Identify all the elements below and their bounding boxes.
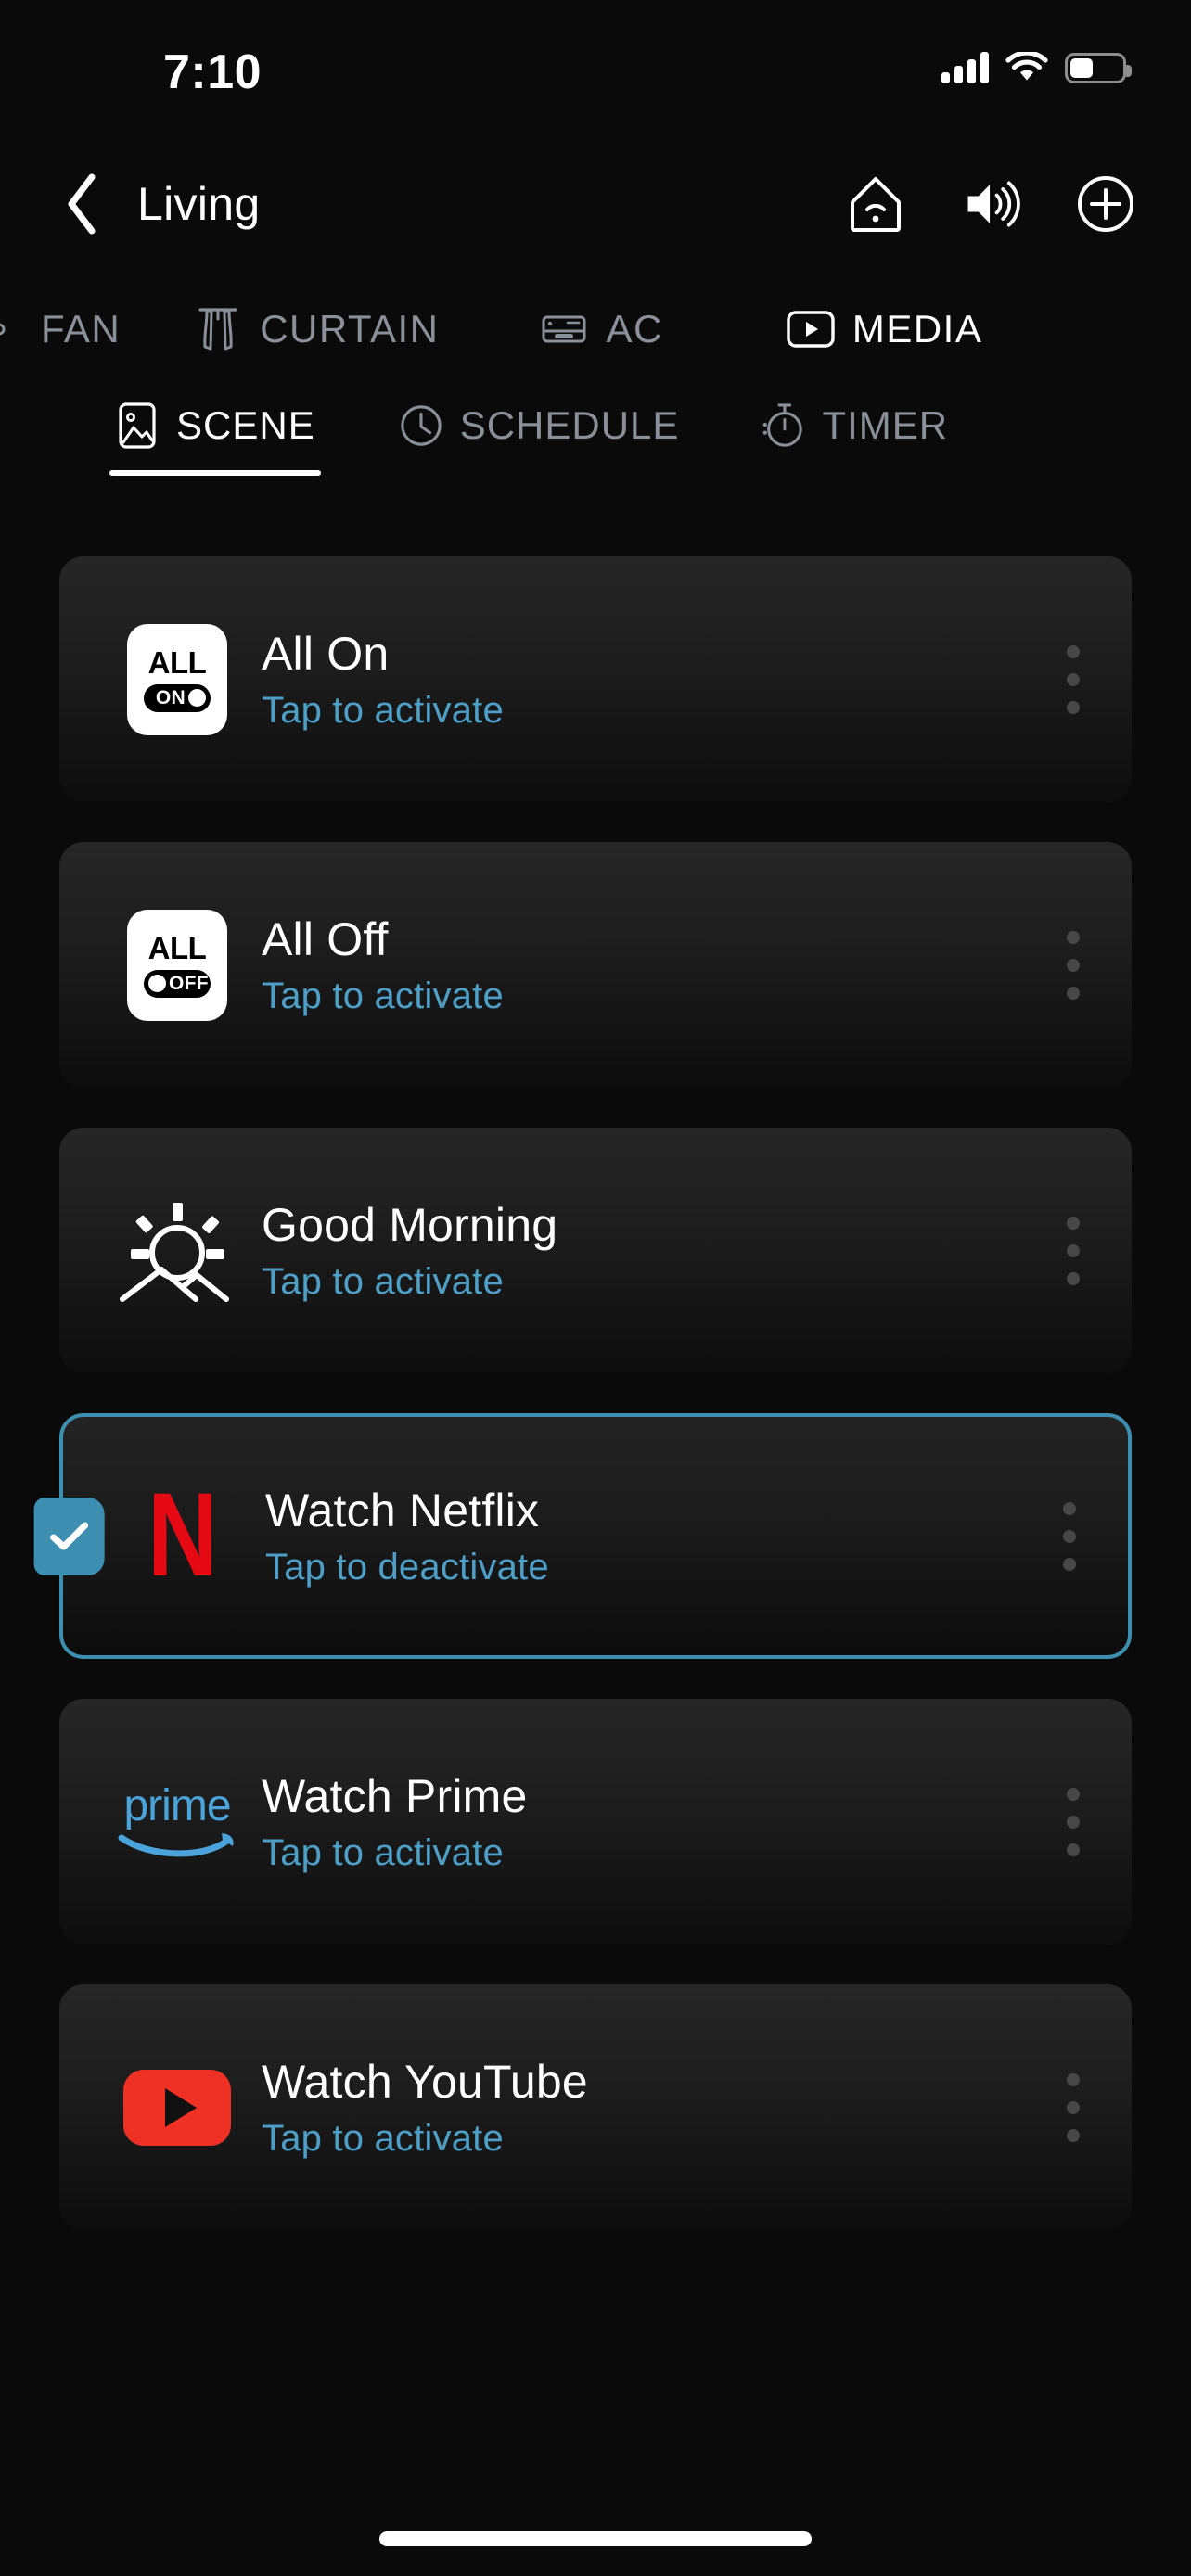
toggle-on-graphic: ON xyxy=(144,683,211,712)
prime-logo-word: prime xyxy=(123,1780,231,1830)
battery-icon xyxy=(1065,52,1132,83)
tab-label-timer: TIMER xyxy=(822,403,949,447)
scene-card-good-morning[interactable]: Good Morning Tap to activate xyxy=(59,1128,1132,1373)
all-on-icon-label: ALL xyxy=(147,644,207,680)
curtain-icon xyxy=(191,307,245,351)
scene-card-watch-netflix[interactable]: N Watch Netflix Tap to deactivate xyxy=(33,1413,1132,1659)
toggle-state-label: OFF xyxy=(169,972,209,994)
status-bar-time: 7:10 xyxy=(163,45,263,99)
scene-card-all-off[interactable]: ALL OFF All Off Tap to activate xyxy=(59,842,1132,1088)
scene-card-watch-prime[interactable]: prime Watch Prime Tap to activate xyxy=(59,1699,1132,1945)
more-vertical-icon[interactable] xyxy=(1067,644,1080,714)
scene-title: All On xyxy=(262,628,390,680)
scene-subtitle: Tap to activate xyxy=(262,1261,504,1302)
netflix-icon: N xyxy=(111,1467,250,1606)
scene-card-all-on[interactable]: ALL ON All On Tap to activate xyxy=(59,556,1132,802)
category-label-fan: FAN xyxy=(41,307,122,351)
cellular-signal-icon xyxy=(941,52,989,83)
category-tabs[interactable]: FAN CURTAIN AC MEDIA xyxy=(0,287,1191,371)
plus-circle-icon xyxy=(1078,176,1133,232)
tab-underline-inactive xyxy=(393,470,685,476)
clock-icon xyxy=(399,403,443,448)
all-off-icon-label: ALL xyxy=(147,930,207,965)
chevron-left-icon xyxy=(68,173,96,235)
more-vertical-icon[interactable] xyxy=(1063,1501,1076,1571)
wifi-icon xyxy=(1005,52,1048,81)
home-indicator[interactable] xyxy=(379,2531,812,2546)
category-label-curtain: CURTAIN xyxy=(260,307,440,351)
category-label-media: MEDIA xyxy=(852,307,983,351)
volume-button[interactable] xyxy=(961,174,1020,234)
check-icon xyxy=(50,1522,89,1549)
tab-label-schedule: SCHEDULE xyxy=(459,403,680,447)
header-actions xyxy=(846,174,1135,234)
scene-title: Watch YouTube xyxy=(262,2056,588,2108)
scene-list: ALL ON All On Tap to activate ALL OFF Al… xyxy=(0,556,1191,2270)
air-conditioner-icon xyxy=(537,307,591,351)
category-label-ac: AC xyxy=(606,307,663,351)
scene-card-watch-youtube[interactable]: Watch YouTube Tap to activate xyxy=(59,1984,1132,2230)
scene-title: Good Morning xyxy=(262,1199,558,1251)
add-button[interactable] xyxy=(1076,174,1135,234)
category-tab-ac[interactable]: AC xyxy=(537,307,662,351)
sub-tabs[interactable]: SCENE SCHEDULE TIMER xyxy=(0,402,1191,515)
category-tab-media[interactable]: MEDIA xyxy=(784,307,983,351)
tab-scene[interactable]: SCENE xyxy=(109,402,321,476)
youtube-icon xyxy=(108,2038,247,2177)
toggle-state-label: ON xyxy=(155,686,186,708)
status-bar-indicators xyxy=(941,52,1132,83)
category-tab-fan[interactable]: FAN xyxy=(0,307,121,351)
more-vertical-icon[interactable] xyxy=(1067,1216,1080,1285)
scene-selected-check-badge xyxy=(33,1497,105,1575)
fan-icon xyxy=(0,307,26,351)
media-play-icon xyxy=(784,307,838,351)
home-wifi-icon xyxy=(851,177,901,232)
scene-subtitle: Tap to activate xyxy=(262,2118,504,2159)
app-header: Living xyxy=(0,153,1191,255)
tab-active-underline xyxy=(109,470,321,476)
prime-video-icon: prime xyxy=(108,1753,247,1892)
page-title: Living xyxy=(137,178,261,230)
all-off-icon: ALL OFF xyxy=(108,896,247,1035)
scene-subtitle: Tap to activate xyxy=(262,690,504,731)
home-wifi-button[interactable] xyxy=(846,174,905,234)
stopwatch-icon xyxy=(761,403,805,448)
scene-title: Watch Netflix xyxy=(265,1485,540,1537)
all-on-icon: ALL ON xyxy=(108,610,247,749)
netflix-logo-letter: N xyxy=(147,1469,218,1602)
back-button[interactable] xyxy=(37,159,126,249)
category-tab-curtain[interactable]: CURTAIN xyxy=(191,307,439,351)
speaker-icon xyxy=(967,181,1020,227)
scene-subtitle: Tap to activate xyxy=(262,1832,504,1873)
tab-schedule[interactable]: SCHEDULE xyxy=(393,403,685,476)
tab-underline-inactive xyxy=(755,470,954,476)
more-vertical-icon[interactable] xyxy=(1067,2072,1080,2142)
scene-subtitle: Tap to deactivate xyxy=(265,1547,549,1588)
more-vertical-icon[interactable] xyxy=(1067,930,1080,1000)
app-screen: 7:10 Living FAN CURTAIN AC MEDIA SCENE S… xyxy=(0,0,1191,2576)
scene-title: Watch Prime xyxy=(262,1770,528,1822)
prime-swoosh-icon xyxy=(118,1832,234,1856)
more-vertical-icon[interactable] xyxy=(1067,1787,1080,1856)
scene-title: All Off xyxy=(262,913,389,965)
tab-label-scene: SCENE xyxy=(176,403,315,447)
sunrise-icon xyxy=(108,1181,247,1320)
tab-timer[interactable]: TIMER xyxy=(755,403,954,476)
image-scene-icon xyxy=(115,402,160,449)
toggle-off-graphic: OFF xyxy=(144,969,211,998)
status-bar: 7:10 xyxy=(0,0,1191,139)
scene-subtitle: Tap to activate xyxy=(262,976,504,1016)
